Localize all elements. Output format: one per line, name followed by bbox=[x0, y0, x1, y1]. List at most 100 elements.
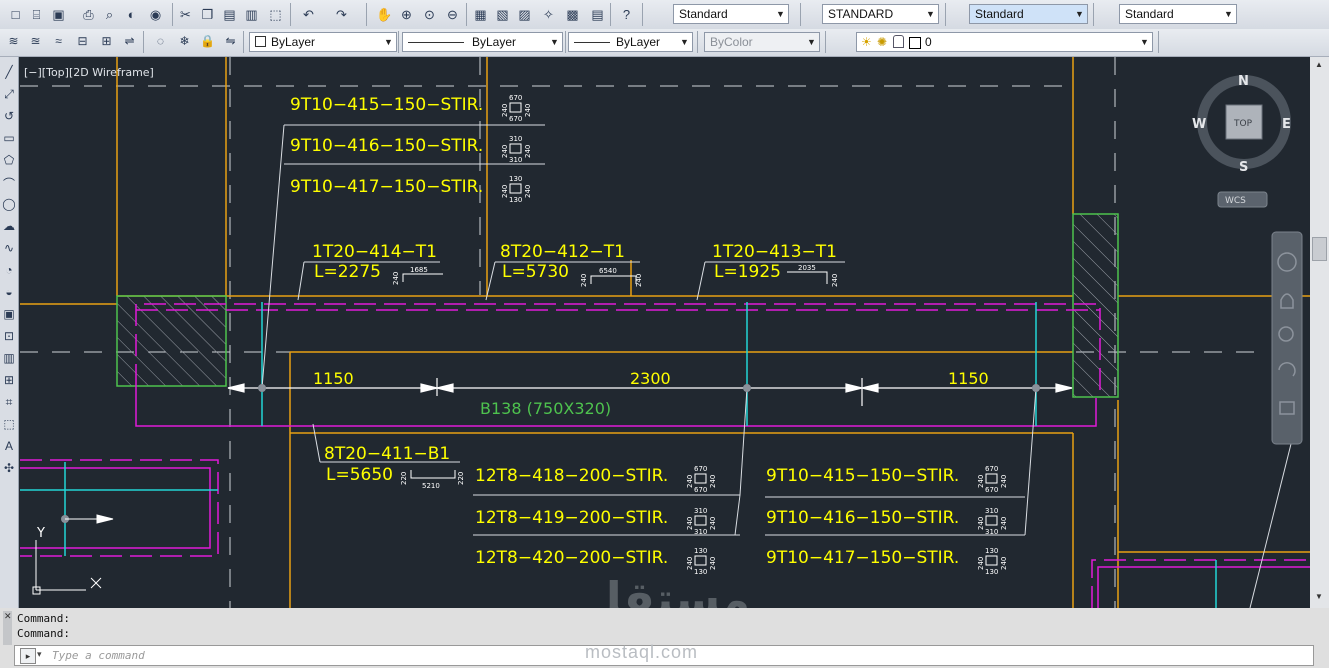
line-icon[interactable]: ╱ bbox=[1, 65, 17, 81]
sheet-set-icon[interactable]: ✧ bbox=[540, 6, 557, 23]
pan-icon[interactable]: ✋ bbox=[376, 6, 393, 23]
ellipse-arc-icon[interactable]: ◒ bbox=[1, 285, 17, 301]
lineweight-combo[interactable]: ByLayer ▼ bbox=[568, 32, 693, 52]
plot-style-combo[interactable]: ByColor ▼ bbox=[704, 32, 820, 52]
stirrup-dim-label: 240 bbox=[1000, 557, 1008, 570]
stirrup-dim-label: 670 bbox=[509, 115, 522, 123]
viewcube-west: W bbox=[1192, 117, 1206, 132]
match-layer-icon[interactable]: ⇌ bbox=[121, 33, 138, 50]
stirrup-dim-label: 670 bbox=[985, 486, 998, 494]
layer-freeze-icon[interactable]: ❄ bbox=[176, 33, 193, 50]
stirrup-shape-icon bbox=[509, 143, 522, 154]
draw-toolbar: ╱ ⤢ ↺ ▭ ⬠ ⌒ ◯ ☁ ∿ ◔ ◒ ▣ ⊡ ▥ ⊞ ⌗ ⬚ A ✣ bbox=[0, 57, 19, 608]
tool-palettes-icon[interactable]: ▨ bbox=[516, 6, 533, 23]
chevron-down-icon: ▼ bbox=[1224, 9, 1233, 19]
save-icon[interactable]: ▣ bbox=[50, 6, 67, 23]
ellipse-icon[interactable]: ◔ bbox=[1, 263, 17, 279]
small-arrow bbox=[65, 514, 114, 524]
make-block-icon[interactable]: ⊡ bbox=[1, 329, 17, 345]
viewport-controls[interactable]: [−][Top][2D Wireframe] bbox=[24, 66, 154, 79]
hatch-icon[interactable]: ⊞ bbox=[1, 373, 17, 389]
arc-icon[interactable]: ⌒ bbox=[1, 175, 17, 191]
bar-413-length: L=1925 bbox=[714, 262, 781, 282]
bar-414-length: L=2275 bbox=[314, 262, 381, 282]
circle-icon[interactable]: ◯ bbox=[1, 197, 17, 213]
add-selected-icon[interactable]: ✣ bbox=[1, 461, 17, 477]
layer-off-icon[interactable]: ◌ bbox=[152, 33, 169, 50]
chevron-down-icon[interactable]: ▾ bbox=[37, 649, 42, 660]
undo-icon[interactable]: ↶ bbox=[300, 6, 317, 23]
stirrup-dim-label: 240 bbox=[501, 104, 509, 117]
stirrup-dim-label: 670 bbox=[985, 465, 998, 473]
redo-icon[interactable]: ↷ bbox=[333, 6, 350, 23]
command-input[interactable]: Type a command bbox=[52, 649, 145, 662]
scroll-thumb[interactable] bbox=[1312, 237, 1327, 261]
layer-isolate-icon[interactable]: ⊟ bbox=[74, 33, 91, 50]
gradient-icon[interactable]: ⌗ bbox=[1, 395, 17, 411]
preview-icon[interactable]: ⌕ bbox=[101, 6, 118, 23]
layer-state-icon[interactable]: ≊ bbox=[27, 33, 44, 50]
zoom-realtime-icon[interactable]: ⊕ bbox=[398, 6, 415, 23]
command-grip[interactable]: ✕ bbox=[3, 611, 12, 645]
close-icon[interactable]: ✕ bbox=[4, 611, 12, 622]
navigation-bar[interactable] bbox=[1271, 231, 1303, 445]
bar-411-length: L=5650 bbox=[326, 465, 393, 485]
open-icon[interactable]: ⌸ bbox=[28, 6, 45, 23]
design-center-icon[interactable]: ▧ bbox=[494, 6, 511, 23]
paste-icon[interactable]: ▤ bbox=[221, 6, 238, 23]
layer-walk-icon[interactable]: ⇋ bbox=[222, 33, 239, 50]
spline-icon[interactable]: ∿ bbox=[1, 241, 17, 257]
stirrup-dim-label: 130 bbox=[985, 547, 998, 555]
point-icon[interactable]: ▥ bbox=[1, 351, 17, 367]
construction-line-icon[interactable]: ⤢ bbox=[1, 87, 17, 103]
command-prompt-icon[interactable]: ▸ bbox=[20, 648, 36, 664]
new-icon[interactable]: □ bbox=[7, 6, 24, 23]
table-style-combo[interactable]: Standard ▼ bbox=[969, 4, 1088, 24]
calculator-icon[interactable]: ▤ bbox=[589, 6, 606, 23]
linetype-combo[interactable]: ByLayer ▼ bbox=[402, 32, 563, 52]
viewcube[interactable]: TOP N S W E WCS bbox=[1192, 74, 1291, 208]
layer-previous-icon[interactable]: ≈ bbox=[50, 33, 67, 50]
revcloud-icon[interactable]: ☁ bbox=[1, 219, 17, 235]
polygon-icon[interactable]: ▭ bbox=[1, 131, 17, 147]
dim-style-combo[interactable]: STANDARD ▼ bbox=[822, 4, 939, 24]
layer-lock-icon[interactable]: 🔒 bbox=[199, 33, 216, 50]
dim-1: 1150 bbox=[313, 369, 354, 388]
scroll-up-icon[interactable]: ▲ bbox=[1312, 60, 1326, 72]
drawing-canvas[interactable]: 1150 2300 1150 B138 (750X320) 9T10−415−1… bbox=[19, 57, 1310, 626]
paste-special-icon[interactable]: ▥ bbox=[243, 6, 260, 23]
zoom-window-icon[interactable]: ⊙ bbox=[421, 6, 438, 23]
color-combo[interactable]: ByLayer ▼ bbox=[249, 32, 397, 52]
region-icon[interactable]: ⬚ bbox=[1, 417, 17, 433]
mleader-style-combo[interactable]: Standard ▼ bbox=[1119, 4, 1237, 24]
insert-block-icon[interactable]: ▣ bbox=[1, 307, 17, 323]
stirrup-labels-top: 9T10−415−150−STIR. 9T10−416−150−STIR. 9T… bbox=[290, 95, 483, 197]
print-icon[interactable]: ⎙ bbox=[80, 6, 97, 23]
svg-text:240: 240 bbox=[392, 272, 400, 285]
command-input-box[interactable]: ▸ ▾ Type a command mostaql.com bbox=[14, 642, 1314, 666]
3d-print-icon[interactable]: ◉ bbox=[147, 6, 164, 23]
markup-icon[interactable]: ▩ bbox=[564, 6, 581, 23]
text-style-combo[interactable]: Standard ▼ bbox=[673, 4, 789, 24]
text-icon[interactable]: A bbox=[1, 439, 17, 455]
svg-text:1685: 1685 bbox=[410, 266, 428, 274]
match-properties-icon[interactable]: ⬚ bbox=[267, 6, 284, 23]
layer-unisolate-icon[interactable]: ⊞ bbox=[98, 33, 115, 50]
layer-combo[interactable]: ☀ ✺ 0 ▼ bbox=[856, 32, 1153, 52]
toolbar-separator bbox=[290, 3, 291, 26]
vertical-scrollbar[interactable]: ▲ ▼ bbox=[1310, 57, 1329, 608]
properties-icon[interactable]: ▦ bbox=[472, 6, 489, 23]
copy-icon[interactable]: ❐ bbox=[199, 6, 216, 23]
stirrup-dim-label: 240 bbox=[524, 104, 532, 117]
cut-icon[interactable]: ✂ bbox=[177, 6, 194, 23]
rectangle-icon[interactable]: ⬠ bbox=[1, 153, 17, 169]
toolbar-separator bbox=[398, 31, 399, 53]
stirrup-label: 12T8−419−200−STIR. bbox=[475, 508, 668, 528]
polyline-icon[interactable]: ↺ bbox=[1, 109, 17, 125]
zoom-previous-icon[interactable]: ⊖ bbox=[444, 6, 461, 23]
scroll-down-icon[interactable]: ▼ bbox=[1312, 592, 1326, 604]
layer-properties-icon[interactable]: ≋ bbox=[5, 33, 22, 50]
publish-icon[interactable]: ◐ bbox=[123, 6, 140, 23]
lineweight-value: ByLayer bbox=[616, 35, 661, 49]
help-icon[interactable]: ? bbox=[618, 6, 635, 23]
